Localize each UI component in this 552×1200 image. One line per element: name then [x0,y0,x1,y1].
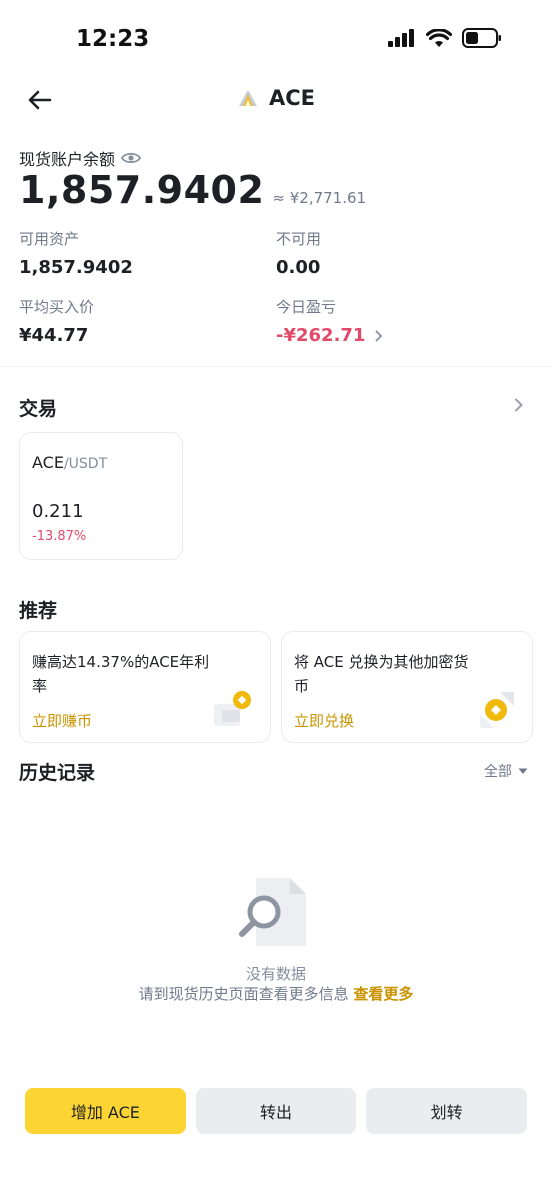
trade-pair-base: ACE [32,453,64,472]
wifi-icon [426,28,452,47]
signal-icon [388,29,414,47]
convert-card[interactable]: 将 ACE 兑换为其他加密货币 立即兑换 [281,631,533,743]
convert-now-link[interactable]: 立即兑换 [294,710,354,731]
recommend-section-title: 推荐 [19,600,58,622]
history-section-title: 历史记录 [19,762,96,784]
stat-unavailable-value: 0.00 [276,257,321,278]
header: ACE [0,72,552,128]
chevron-right-icon [376,330,383,341]
stat-available: 可用资产 1,857.9402 [19,228,133,278]
history-filter-label: 全部 [484,764,512,780]
withdraw-button[interactable]: 转出 [195,1088,357,1134]
stat-today-pnl-label: 今日盈亏 [276,298,337,316]
bottom-action-bar: 增加 ACE 转出 划转 [25,1088,528,1134]
stat-unavailable-label: 不可用 [276,230,322,248]
trade-pair: ACE/USDT [32,453,107,472]
stat-today-pnl-value: -¥262.71 [276,325,366,346]
deposit-button[interactable]: 增加 ACE [25,1088,186,1134]
earn-card-text: 赚高达14.37%的ACE年利率 [32,653,210,695]
transfer-button[interactable]: 划转 [366,1088,528,1134]
stat-avg-price: 平均买入价 ¥44.77 [19,296,94,346]
stat-avg-price-value: ¥44.77 [19,325,89,346]
history-filter-dropdown[interactable]: 全部 [484,761,528,781]
trade-change: -13.87% [32,529,87,544]
stat-avg-price-label: 平均买入价 [19,298,95,316]
stat-today-pnl-row: -¥262.71 [276,325,383,346]
empty-state-desc: 请到现货历史页面查看更多信息 [138,985,349,1003]
stat-available-value: 1,857.9402 [19,257,133,278]
view-more-link[interactable]: 查看更多 [353,985,413,1003]
caret-down-icon [518,768,528,774]
trade-pair-card[interactable]: ACE/USDT 0.211 -13.87% [19,432,183,560]
trade-pair-quote: /USDT [63,456,108,472]
stat-unavailable: 不可用 0.00 [276,228,321,278]
page-title: ACE [268,86,315,110]
status-icons [388,28,502,48]
balance-value: 1,857.9402 [19,168,265,212]
status-time: 12:23 [76,26,150,52]
empty-state-title: 没有数据 [245,965,306,983]
convert-card-text: 将 ACE 兑换为其他加密货币 [294,653,469,695]
stat-available-label: 可用资产 [19,230,80,248]
empty-state-desc-row: 请到现货历史页面查看更多信息 查看更多 [0,983,552,1004]
convert-coin-icon [480,692,514,728]
battery-icon [462,28,501,48]
earn-card[interactable]: 赚高达14.37%的ACE年利率 立即赚币 [19,631,271,743]
ace-logo-icon [238,90,257,106]
header-title-group: ACE [0,86,552,110]
earn-now-link[interactable]: 立即赚币 [32,710,92,731]
earn-coin-icon [214,691,251,726]
balance-fiat: ≈ ¥2,771.61 [272,189,367,207]
balance-label: 现货账户余额 [19,150,116,169]
eye-icon[interactable] [121,151,142,165]
trade-price: 0.211 [32,501,84,522]
balance-row: 1,857.9402 ≈ ¥2,771.61 [19,168,366,212]
trade-more-chevron-icon[interactable] [514,398,524,412]
no-data-illustration-icon [239,878,306,946]
stat-today-pnl[interactable]: 今日盈亏 -¥262.71 [276,296,383,346]
trade-section-title: 交易 [19,398,58,420]
balance-label-row: 现货账户余额 [19,146,142,170]
section-divider [0,366,552,367]
status-bar: 12:23 [0,0,552,80]
